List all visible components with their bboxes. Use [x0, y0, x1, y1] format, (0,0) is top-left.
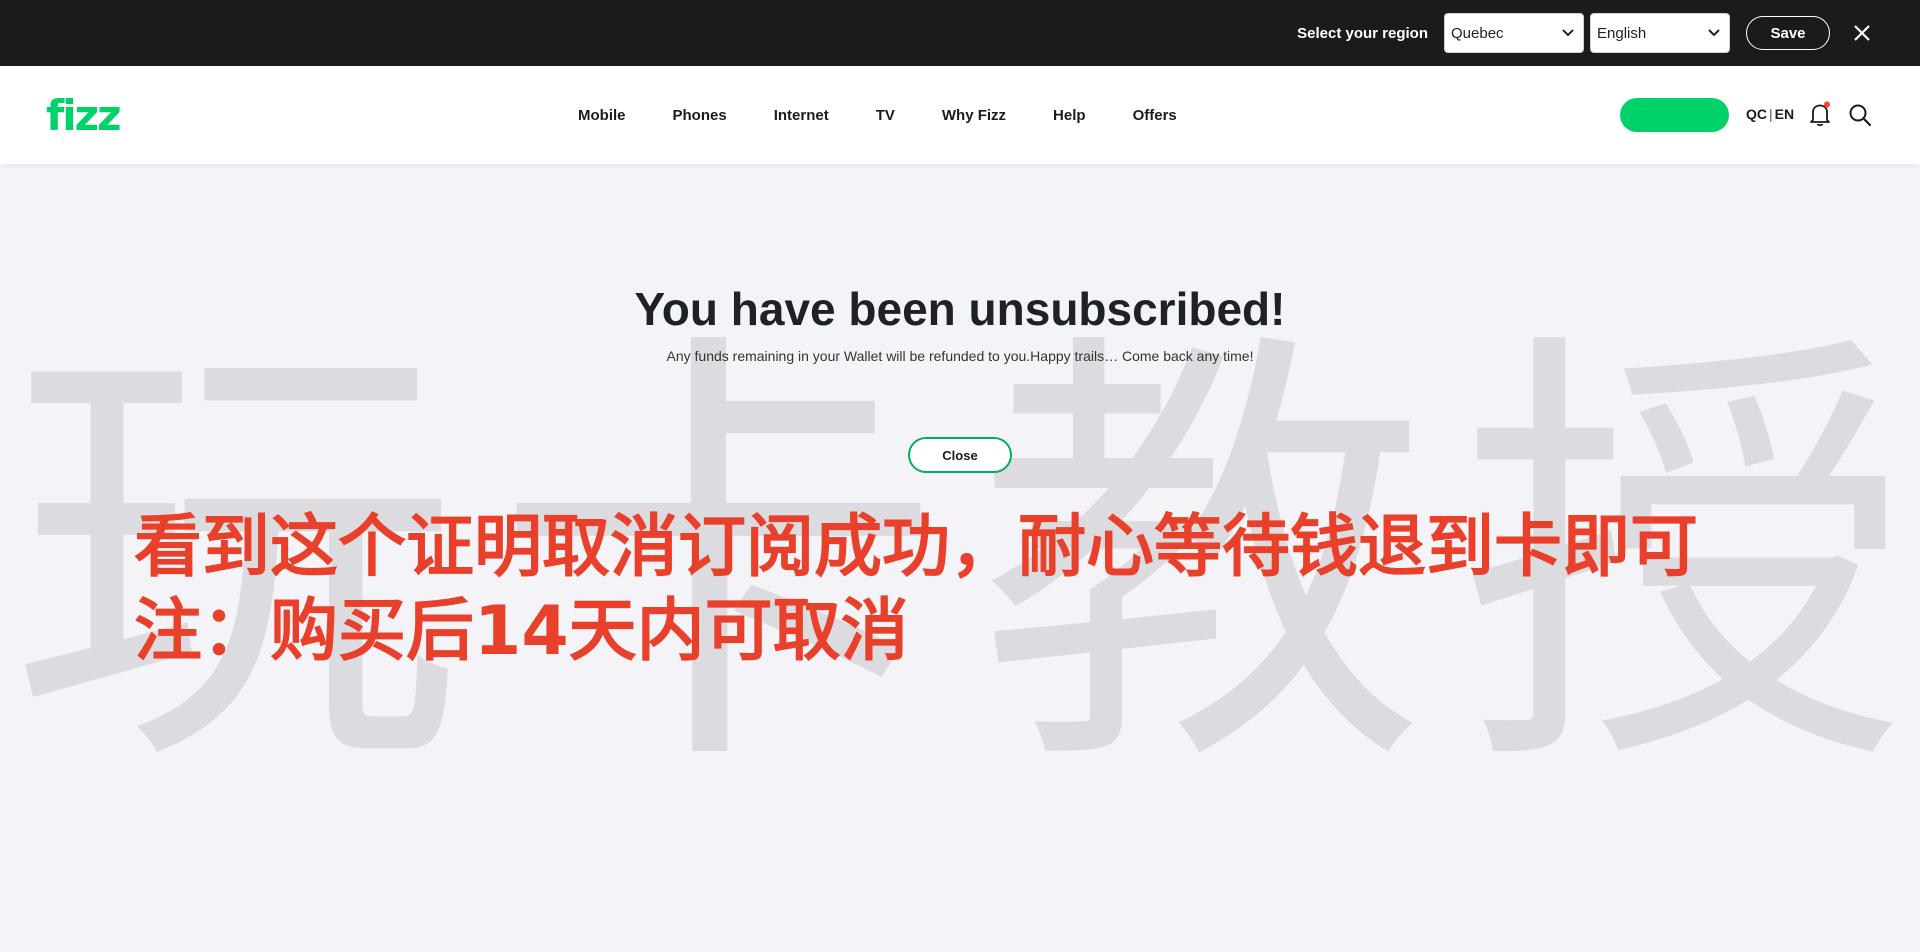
language-select-value: English [1597, 24, 1647, 42]
annotation-overlay: 看到这个证明取消订阅成功，耐心等待钱退到卡即可 注：购买后14天内可取消 [134, 506, 1834, 674]
nav-item-why-fizz[interactable]: Why Fizz [942, 107, 1006, 124]
region-bar: Select your region Quebec English Save [0, 0, 1920, 66]
annotation-line-2: 注：购买后14天内可取消 [134, 592, 909, 671]
page-title: You have been unsubscribed! [634, 283, 1286, 335]
nav-item-internet[interactable]: Internet [774, 107, 829, 124]
nav-item-tv[interactable]: TV [876, 107, 895, 124]
fizz-logo[interactable]: fizz [46, 95, 122, 137]
chevron-down-icon [1562, 29, 1574, 37]
page-subtitle: Any funds remaining in your Wallet will … [666, 348, 1254, 364]
search-icon[interactable] [1848, 103, 1872, 127]
bell-icon[interactable] [1808, 101, 1832, 127]
language-select[interactable]: English [1590, 13, 1730, 53]
close-button[interactable]: Close [908, 437, 1012, 473]
save-button[interactable]: Save [1746, 16, 1830, 50]
site-header: fizz Mobile Phones Internet TV Why Fizz … [0, 66, 1920, 164]
region-label: Select your region [1297, 24, 1428, 42]
lang-separator: | [1769, 106, 1773, 122]
nav-item-phones[interactable]: Phones [673, 107, 727, 124]
close-icon[interactable] [1852, 23, 1872, 43]
chevron-down-icon [1708, 29, 1720, 37]
language-switch[interactable]: QC | EN [1746, 106, 1794, 122]
nav-item-offers[interactable]: Offers [1133, 107, 1177, 124]
cta-button[interactable] [1620, 98, 1729, 132]
region-select-value: Quebec [1451, 24, 1504, 42]
lang-en[interactable]: EN [1775, 106, 1794, 122]
nav-item-mobile[interactable]: Mobile [578, 107, 626, 124]
annotation-line-1: 看到这个证明取消订阅成功，耐心等待钱退到卡即可 [134, 508, 1699, 587]
nav-item-help[interactable]: Help [1053, 107, 1086, 124]
main-nav: Mobile Phones Internet TV Why Fizz Help … [578, 66, 1224, 164]
lang-qc[interactable]: QC [1746, 106, 1767, 122]
region-select[interactable]: Quebec [1444, 13, 1584, 53]
